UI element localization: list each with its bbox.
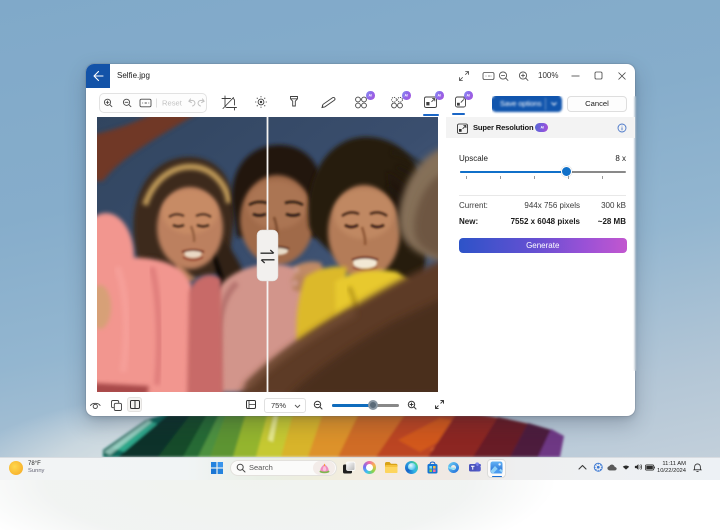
svg-text:Reset: Reset bbox=[162, 98, 183, 107]
